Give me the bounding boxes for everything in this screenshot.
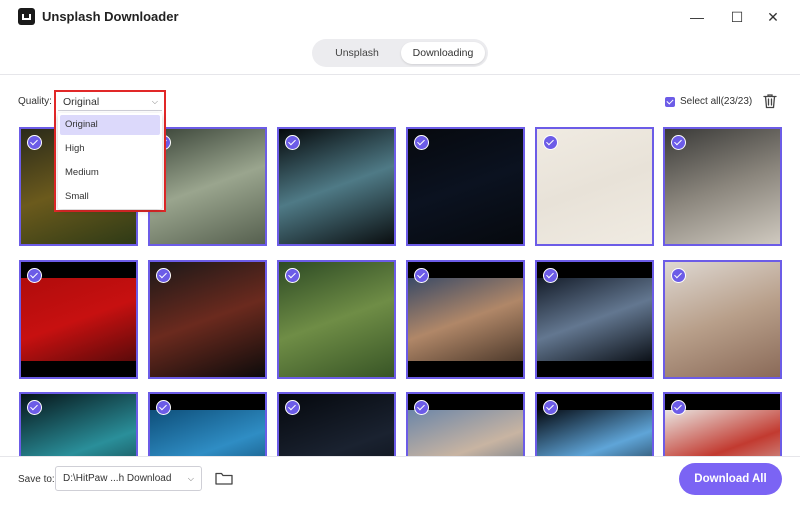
quality-menu: Original High Medium Small	[58, 113, 162, 209]
photo-checkbox[interactable]	[27, 400, 42, 415]
photo-tile[interactable]	[535, 392, 654, 456]
photo-checkbox[interactable]	[671, 400, 686, 415]
quality-dropdown: Original ⌵ Original High Medium Small	[54, 90, 166, 212]
photo-tile[interactable]	[406, 260, 525, 379]
photo-checkbox[interactable]	[671, 135, 686, 150]
chevron-down-icon: ⌵	[151, 97, 158, 106]
select-all-checkbox[interactable]	[665, 96, 675, 107]
quality-option-high[interactable]: High	[60, 139, 160, 159]
photo-checkbox[interactable]	[543, 400, 558, 415]
select-all[interactable]: Select all(23/23)	[665, 96, 752, 107]
photo-tile[interactable]	[535, 260, 654, 379]
close-button[interactable]: ✕	[760, 6, 786, 28]
photo-checkbox[interactable]	[285, 135, 300, 150]
photo-tile[interactable]	[663, 260, 782, 379]
tab-unsplash[interactable]: Unsplash	[315, 42, 399, 64]
photo-thumbnail	[150, 410, 265, 456]
quality-selected-value: Original	[63, 96, 100, 108]
select-all-label: Select all(23/23)	[680, 96, 753, 107]
photo-thumbnail	[537, 410, 652, 456]
download-all-button[interactable]: Download All	[679, 463, 782, 495]
photo-tile[interactable]	[19, 392, 138, 456]
photo-checkbox[interactable]	[414, 135, 429, 150]
mode-tabs: Unsplash Downloading	[312, 39, 488, 67]
photo-checkbox[interactable]	[285, 268, 300, 283]
photo-thumbnail	[665, 410, 780, 456]
header-divider	[0, 74, 800, 75]
quality-option-medium[interactable]: Medium	[60, 163, 160, 183]
quality-label: Quality:	[18, 96, 52, 107]
maximize-button[interactable]: ☐	[724, 6, 750, 28]
photo-checkbox[interactable]	[27, 135, 42, 150]
chevron-down-icon: ⌵	[187, 474, 194, 483]
photo-tile[interactable]	[406, 392, 525, 456]
photo-checkbox[interactable]	[414, 400, 429, 415]
photo-tile[interactable]	[277, 392, 396, 456]
photo-tile[interactable]	[19, 260, 138, 379]
photo-thumbnail	[408, 278, 523, 361]
quality-option-small[interactable]: Small	[60, 187, 160, 207]
photo-tile[interactable]	[406, 127, 525, 246]
tab-downloading[interactable]: Downloading	[401, 42, 485, 64]
photo-checkbox[interactable]	[414, 268, 429, 283]
photo-checkbox[interactable]	[285, 400, 300, 415]
photo-tile[interactable]	[148, 392, 267, 456]
photo-tile[interactable]	[277, 260, 396, 379]
app-logo-icon	[18, 8, 35, 25]
save-path-select[interactable]: D:\HitPaw ...h Download ⌵	[55, 466, 202, 491]
photo-checkbox[interactable]	[156, 400, 171, 415]
photo-tile[interactable]	[663, 392, 782, 456]
minimize-button[interactable]: —	[684, 6, 710, 28]
photo-checkbox[interactable]	[671, 268, 686, 283]
photo-tile[interactable]	[277, 127, 396, 246]
save-path-value: D:\HitPaw ...h Download	[63, 473, 172, 484]
photo-checkbox[interactable]	[543, 268, 558, 283]
trash-icon[interactable]	[761, 92, 779, 110]
photo-tile[interactable]	[148, 260, 267, 379]
save-to-label: Save to:	[18, 474, 55, 485]
photo-thumbnail	[537, 278, 652, 361]
photo-thumbnail	[21, 278, 136, 361]
bottom-bar: Save to: D:\HitPaw ...h Download ⌵ Downl…	[0, 456, 800, 505]
photo-checkbox[interactable]	[156, 268, 171, 283]
photo-tile[interactable]	[663, 127, 782, 246]
app-title: Unsplash Downloader	[42, 9, 179, 24]
photo-tile[interactable]	[535, 127, 654, 246]
quality-option-original[interactable]: Original	[60, 115, 160, 135]
title-bar: Unsplash Downloader — ☐ ✕	[0, 0, 800, 34]
quality-select[interactable]: Original ⌵	[58, 93, 162, 111]
folder-icon[interactable]	[214, 469, 234, 487]
photo-thumbnail	[408, 410, 523, 456]
photo-checkbox[interactable]	[543, 135, 558, 150]
photo-checkbox[interactable]	[27, 268, 42, 283]
